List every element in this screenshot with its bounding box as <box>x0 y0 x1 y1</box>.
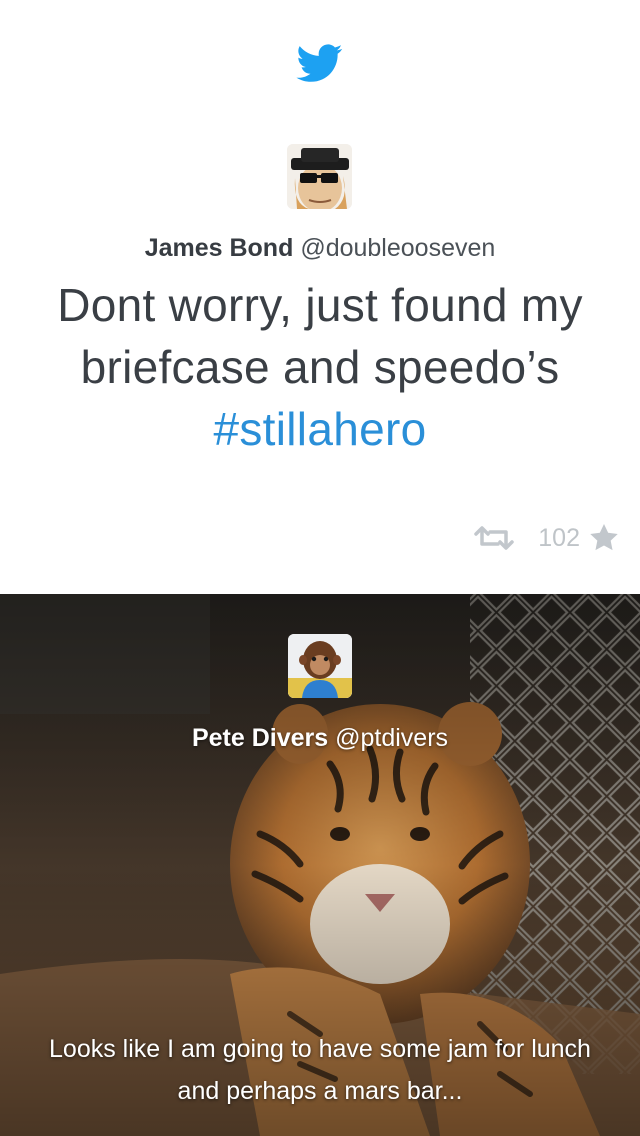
tweet-text: Looks like I am going to have some jam f… <box>49 1035 591 1105</box>
author-handle[interactable]: @ptdivers <box>335 724 448 752</box>
tweet-body: Dont worry, just found my briefcase and … <box>57 279 583 393</box>
author-name[interactable]: Pete Divers <box>192 724 328 752</box>
tweet-actions: 102 <box>472 520 620 556</box>
tweet-card-1[interactable]: James Bond @doubleooseven Dont worry, ju… <box>0 0 640 594</box>
star-icon[interactable] <box>588 522 620 554</box>
tweet-text: Dont worry, just found my briefcase and … <box>40 274 600 460</box>
twitter-bird-icon <box>296 44 343 82</box>
author-line: James Bond @doubleooseven <box>0 234 640 263</box>
avatar[interactable] <box>287 144 352 209</box>
author-handle[interactable]: @doubleooseven <box>300 234 495 262</box>
author-line: Pete Divers @ptdivers <box>0 724 640 753</box>
avatar[interactable] <box>288 634 352 698</box>
retweet-count: 102 <box>538 523 580 552</box>
retweet-icon[interactable] <box>472 526 516 550</box>
tweet-card-2[interactable]: Pete Divers @ptdivers Looks like I am go… <box>0 594 640 1136</box>
author-name[interactable]: James Bond <box>145 234 294 262</box>
hashtag-link[interactable]: #stillahero <box>214 403 427 455</box>
